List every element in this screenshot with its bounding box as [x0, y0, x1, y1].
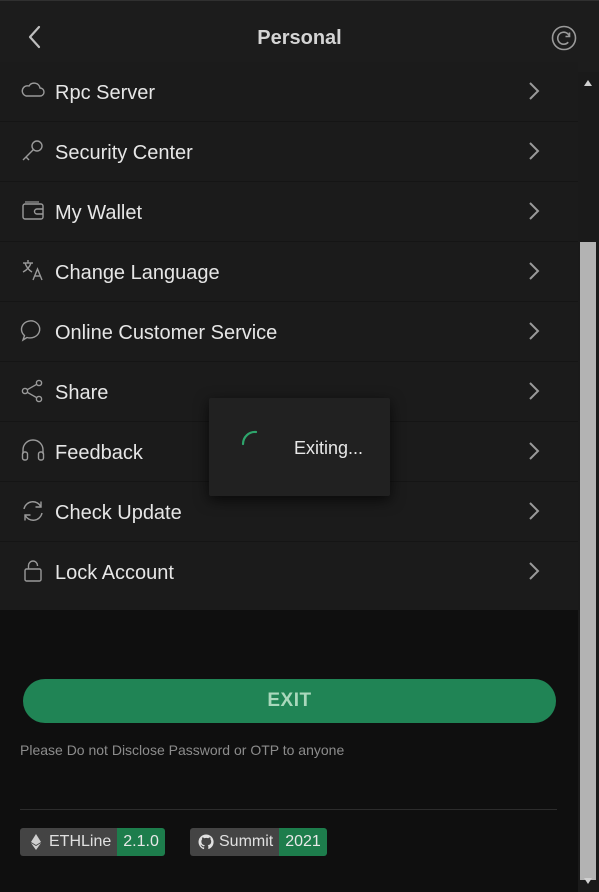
divider	[20, 809, 557, 810]
key-icon	[22, 140, 43, 161]
menu-item-label: Feedback	[55, 442, 143, 464]
chevron-right-icon	[529, 322, 540, 340]
badge-value: 2021	[285, 833, 321, 850]
cloud-icon	[21, 82, 45, 97]
refresh-icon[interactable]	[550, 24, 578, 52]
sync-icon	[23, 501, 43, 521]
badge-name-part: ETHLine	[20, 828, 118, 856]
wallet-icon	[22, 201, 44, 220]
menu-item-label: Online Customer Service	[55, 322, 278, 344]
menu-item-lock-account[interactable]: Lock Account	[0, 542, 578, 602]
security-notice: Please Do not Disclose Password or OTP t…	[20, 742, 345, 758]
chevron-right-icon	[529, 562, 540, 580]
badge-name: ETHLine	[49, 833, 112, 850]
menu-item-label: Security Center	[55, 142, 193, 164]
menu-item-label: Share	[55, 382, 109, 404]
scrollbar-thumb[interactable]	[580, 242, 596, 880]
translate-icon	[22, 260, 43, 281]
chevron-right-icon	[529, 82, 540, 100]
badge-value: 2.1.0	[123, 833, 159, 850]
exit-button[interactable]: EXIT	[23, 679, 556, 723]
version-badge[interactable]: ETHLine 2.1.0	[20, 828, 165, 856]
chevron-right-icon	[529, 382, 540, 400]
lock-icon	[24, 560, 42, 582]
chevron-right-icon	[529, 502, 540, 520]
loading-text: Exiting...	[294, 438, 364, 458]
menu-item-label: Check Update	[55, 502, 182, 524]
chat-icon	[20, 320, 41, 342]
menu-item-security-center[interactable]: Security Center	[0, 122, 578, 182]
badge-value-part: 2.1.0	[117, 828, 165, 856]
scroll-down-arrow-icon[interactable]	[584, 878, 592, 884]
menu-item-label: Rpc Server	[55, 82, 156, 104]
summit-badge[interactable]: Summit 2021	[190, 828, 327, 856]
menu-item-rpc-server[interactable]: Rpc Server	[0, 62, 578, 122]
menu-list: Rpc Server Security Center My Wallet Cha…	[0, 62, 578, 610]
ethereum-icon	[31, 834, 41, 850]
badge-name: Summit	[219, 833, 274, 850]
badge-value-part: 2021	[279, 828, 327, 856]
github-icon	[198, 834, 214, 850]
menu-item-label: My Wallet	[55, 202, 143, 224]
menu-item-change-language[interactable]: Change Language	[0, 242, 578, 302]
chevron-right-icon	[529, 442, 540, 460]
scrollbar[interactable]	[578, 72, 599, 892]
chevron-right-icon	[529, 202, 540, 220]
page-title: Personal	[257, 27, 342, 49]
menu-item-online-customer-service[interactable]: Online Customer Service	[0, 302, 578, 362]
menu-item-label: Lock Account	[55, 562, 174, 584]
chevron-right-icon	[529, 262, 540, 280]
badge-name-part: Summit	[190, 828, 280, 856]
scroll-up-arrow-icon[interactable]	[584, 80, 592, 86]
headset-icon	[21, 439, 45, 461]
chevron-right-icon	[529, 142, 540, 160]
loading-spinner-icon	[241, 430, 258, 446]
menu-item-my-wallet[interactable]: My Wallet	[0, 182, 578, 242]
share-icon	[21, 379, 43, 403]
menu-item-label: Change Language	[55, 262, 220, 284]
